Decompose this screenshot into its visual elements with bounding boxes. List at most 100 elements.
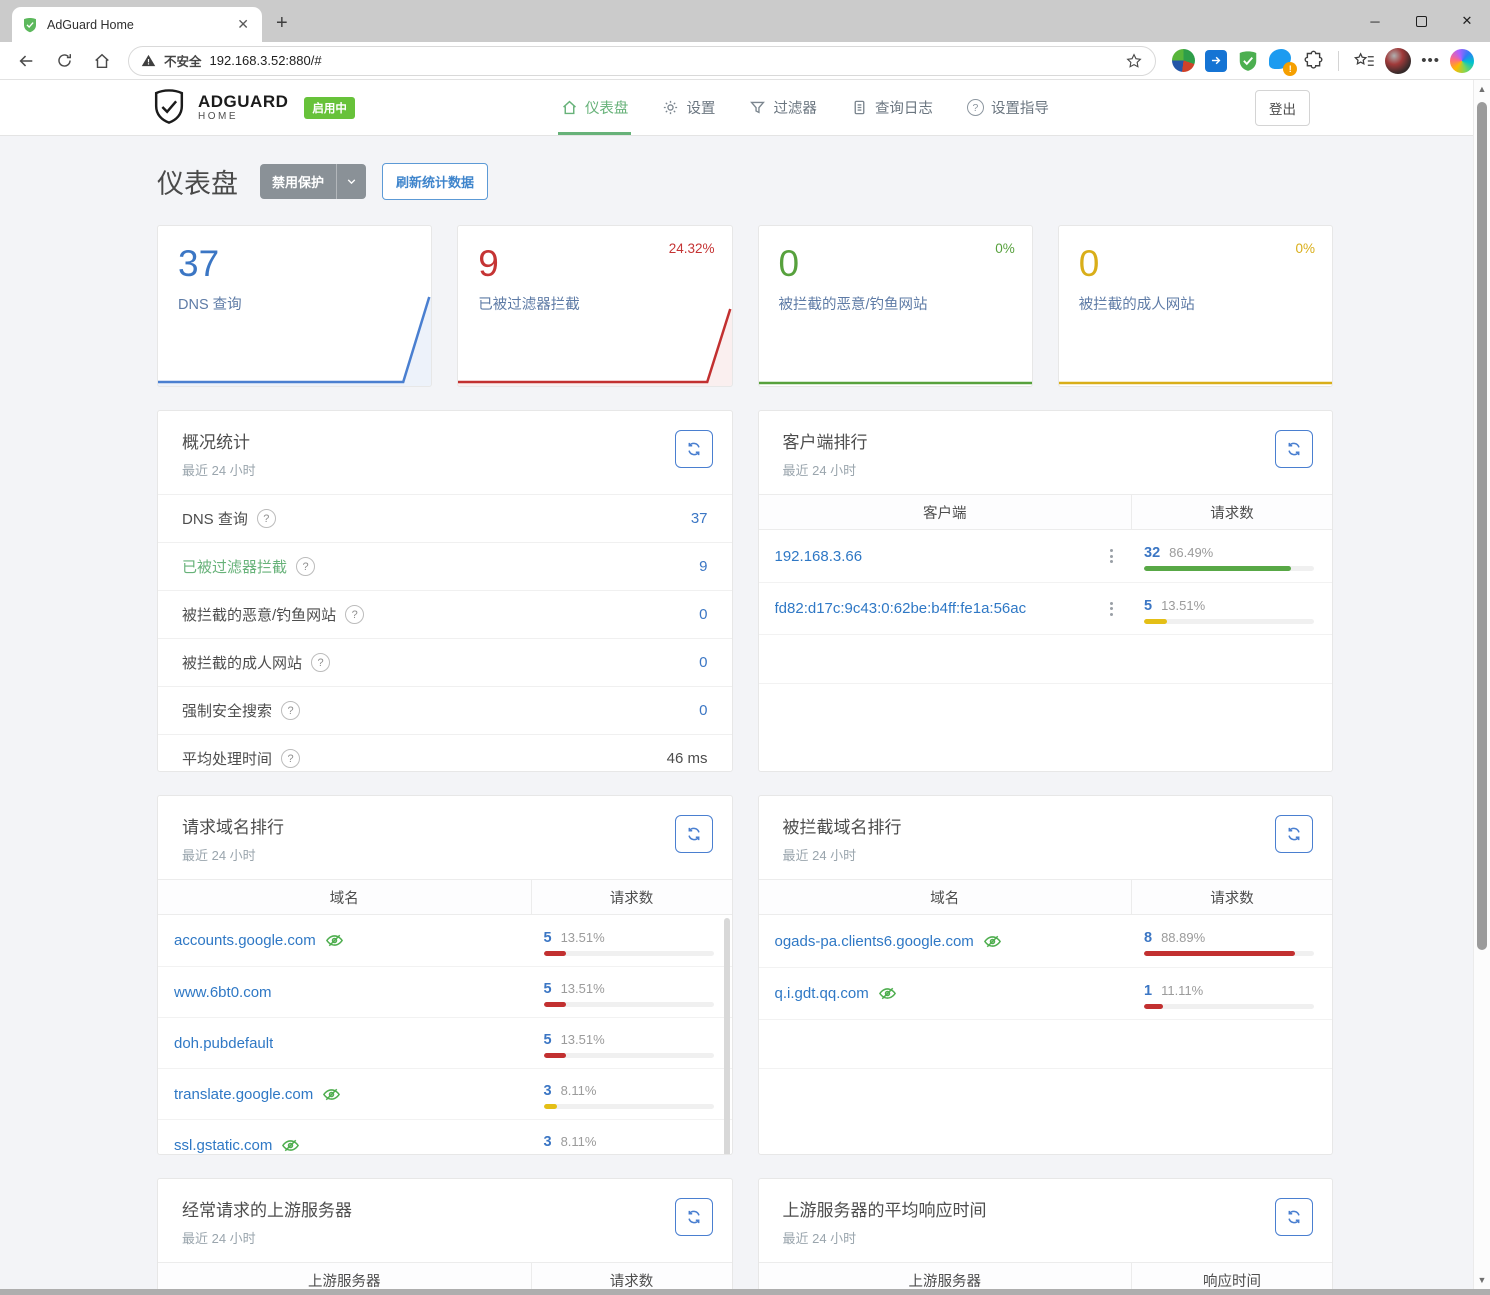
window-maximize-button[interactable] — [1398, 0, 1444, 42]
scrollbar-thumb[interactable] — [1477, 102, 1487, 950]
domain-link[interactable]: ssl.gstatic.com — [174, 1137, 272, 1154]
column-header-client[interactable]: 客户端 — [759, 495, 1132, 529]
client-row: fd82:d17c:9c43:0:62be:b4ff:fe1a:56ac 513… — [759, 582, 1333, 634]
general-stats-row: 已被过滤器拦截? 9 — [158, 542, 732, 590]
bird-extension-icon[interactable]: ! — [1269, 49, 1293, 73]
setup-guide-help-icon: ? — [967, 99, 984, 116]
column-header-response-time[interactable]: 响应时间 — [1131, 1263, 1332, 1289]
extensions-puzzle-icon[interactable] — [1303, 50, 1324, 71]
security-label[interactable]: 不安全 — [164, 51, 202, 70]
nav-filters[interactable]: 过滤器 — [732, 80, 834, 135]
domain-link[interactable]: accounts.google.com — [174, 932, 316, 949]
nav-settings[interactable]: 设置 — [645, 80, 732, 135]
stat-value: 0 — [1079, 243, 1312, 285]
panel-refresh-button[interactable] — [675, 815, 713, 853]
nav-query-log[interactable]: 查询日志 — [834, 80, 950, 135]
column-header-requests[interactable]: 请求数 — [1131, 880, 1332, 914]
help-icon[interactable]: ? — [296, 557, 315, 576]
table-scrollbar[interactable] — [724, 918, 730, 1155]
kebab-menu-icon[interactable] — [1106, 545, 1117, 567]
window-close-button[interactable]: ✕ — [1444, 0, 1490, 42]
logout-button[interactable]: 登出 — [1255, 90, 1310, 126]
copilot-icon[interactable] — [1450, 49, 1474, 73]
column-header-domain[interactable]: 域名 — [158, 880, 531, 914]
help-icon[interactable]: ? — [257, 509, 276, 528]
bookmark-star-icon[interactable] — [1125, 52, 1143, 70]
sparkline-green — [758, 287, 1033, 387]
domain-link[interactable]: www.6bt0.com — [174, 984, 272, 1001]
help-icon[interactable]: ? — [311, 653, 330, 672]
browser-tab[interactable]: AdGuard Home ✕ — [12, 7, 262, 42]
eye-off-icon[interactable] — [983, 932, 1002, 951]
eye-off-icon[interactable] — [878, 984, 897, 1003]
upstreams-panel: 经常请求的上游服务器 最近 24 小时 上游服务器 请求数 — [157, 1178, 733, 1289]
profile-avatar[interactable] — [1385, 48, 1411, 74]
window-arrow-extension-icon[interactable] — [1205, 50, 1227, 72]
scroll-down-arrow[interactable]: ▼ — [1474, 1275, 1490, 1285]
column-header-upstream[interactable]: 上游服务器 — [158, 1263, 531, 1289]
browser-toolbar: 不安全 192.168.3.52:880/# ! ••• — [0, 42, 1490, 80]
page-viewport: ADGUARD HOME 启用中 仪表盘 设置 过滤器 — [0, 80, 1490, 1289]
column-header-requests[interactable]: 请求数 — [1131, 495, 1332, 529]
adguard-logo[interactable]: ADGUARD HOME 启用中 — [150, 88, 355, 128]
column-header-domain[interactable]: 域名 — [759, 880, 1132, 914]
help-icon[interactable]: ? — [281, 749, 300, 768]
panel-refresh-button[interactable] — [1275, 430, 1313, 468]
column-header-requests[interactable]: 请求数 — [531, 1263, 732, 1289]
help-icon[interactable]: ? — [345, 605, 364, 624]
kebab-menu-icon[interactable] — [1106, 598, 1117, 620]
panel-refresh-button[interactable] — [1275, 1198, 1313, 1236]
domain-row: ssl.gstatic.com 38.11% — [158, 1119, 732, 1155]
back-icon[interactable] — [10, 46, 42, 76]
panel-subtitle: 最近 24 小时 — [182, 1228, 708, 1247]
client-link[interactable]: 192.168.3.66 — [775, 548, 863, 565]
stat-percent: 24.32% — [669, 241, 715, 256]
browser-menu-icon[interactable]: ••• — [1421, 52, 1440, 69]
domain-row: accounts.google.com 513.51% — [158, 915, 732, 966]
panel-subtitle: 最近 24 小时 — [182, 845, 708, 864]
panel-refresh-button[interactable] — [675, 430, 713, 468]
requests-bar — [1144, 1004, 1314, 1009]
help-icon[interactable]: ? — [281, 701, 300, 720]
disable-protection-button[interactable]: 禁用保护 — [260, 164, 366, 199]
eye-off-icon[interactable] — [322, 1085, 341, 1104]
client-link[interactable]: fd82:d17c:9c43:0:62be:b4ff:fe1a:56ac — [775, 600, 1027, 617]
browser-window: AdGuard Home ✕ + ─ ✕ 不安全 192.168.3.52:88… — [0, 0, 1490, 1295]
window-minimize-button[interactable]: ─ — [1352, 0, 1398, 42]
tab-close-icon[interactable]: ✕ — [234, 16, 252, 33]
new-tab-button[interactable]: + — [276, 12, 288, 35]
stat-value: 37 — [178, 243, 411, 285]
column-header-requests[interactable]: 请求数 — [531, 880, 732, 914]
domain-link[interactable]: ogads-pa.clients6.google.com — [775, 933, 974, 950]
dashboard-content: 仪表盘 禁用保护 刷新统计数据 37 DNS 查询 9 已 — [157, 136, 1333, 1289]
url-text[interactable]: 192.168.3.52:880/# — [210, 53, 1118, 68]
scroll-up-arrow[interactable]: ▲ — [1474, 84, 1490, 94]
chevron-down-icon[interactable] — [336, 164, 366, 199]
eye-off-icon[interactable] — [325, 931, 344, 950]
stat-percent: 0% — [1295, 241, 1315, 256]
panel-refresh-button[interactable] — [1275, 815, 1313, 853]
favorites-bar-icon[interactable] — [1353, 51, 1375, 71]
requests-bar — [1144, 951, 1314, 956]
domain-link[interactable]: translate.google.com — [174, 1086, 313, 1103]
nav-setup-guide[interactable]: ? 设置指导 — [950, 80, 1066, 135]
requests-bar — [544, 951, 714, 956]
home-icon[interactable] — [86, 46, 118, 76]
nav-dashboard[interactable]: 仪表盘 — [544, 80, 646, 135]
refresh-statistics-button[interactable]: 刷新统计数据 — [382, 163, 488, 200]
refresh-icon[interactable] — [48, 46, 80, 76]
adguard-extension-icon[interactable] — [1237, 50, 1259, 72]
domain-link[interactable]: q.i.gdt.qq.com — [775, 985, 869, 1002]
column-header-upstream[interactable]: 上游服务器 — [759, 1263, 1132, 1289]
domain-row: translate.google.com 38.11% — [158, 1068, 732, 1119]
general-stats-row: DNS 查询? 37 — [158, 494, 732, 542]
status-badge: 启用中 — [304, 97, 355, 119]
idm-extension-icon[interactable] — [1172, 49, 1195, 72]
eye-off-icon[interactable] — [281, 1136, 300, 1155]
domain-link[interactable]: doh.pubdefault — [174, 1035, 273, 1052]
panel-refresh-button[interactable] — [675, 1198, 713, 1236]
brand-sub: HOME — [198, 111, 288, 122]
empty-row — [759, 634, 1333, 683]
address-bar[interactable]: 不安全 192.168.3.52:880/# — [128, 46, 1156, 76]
page-scrollbar[interactable]: ▲ ▼ — [1473, 80, 1490, 1289]
